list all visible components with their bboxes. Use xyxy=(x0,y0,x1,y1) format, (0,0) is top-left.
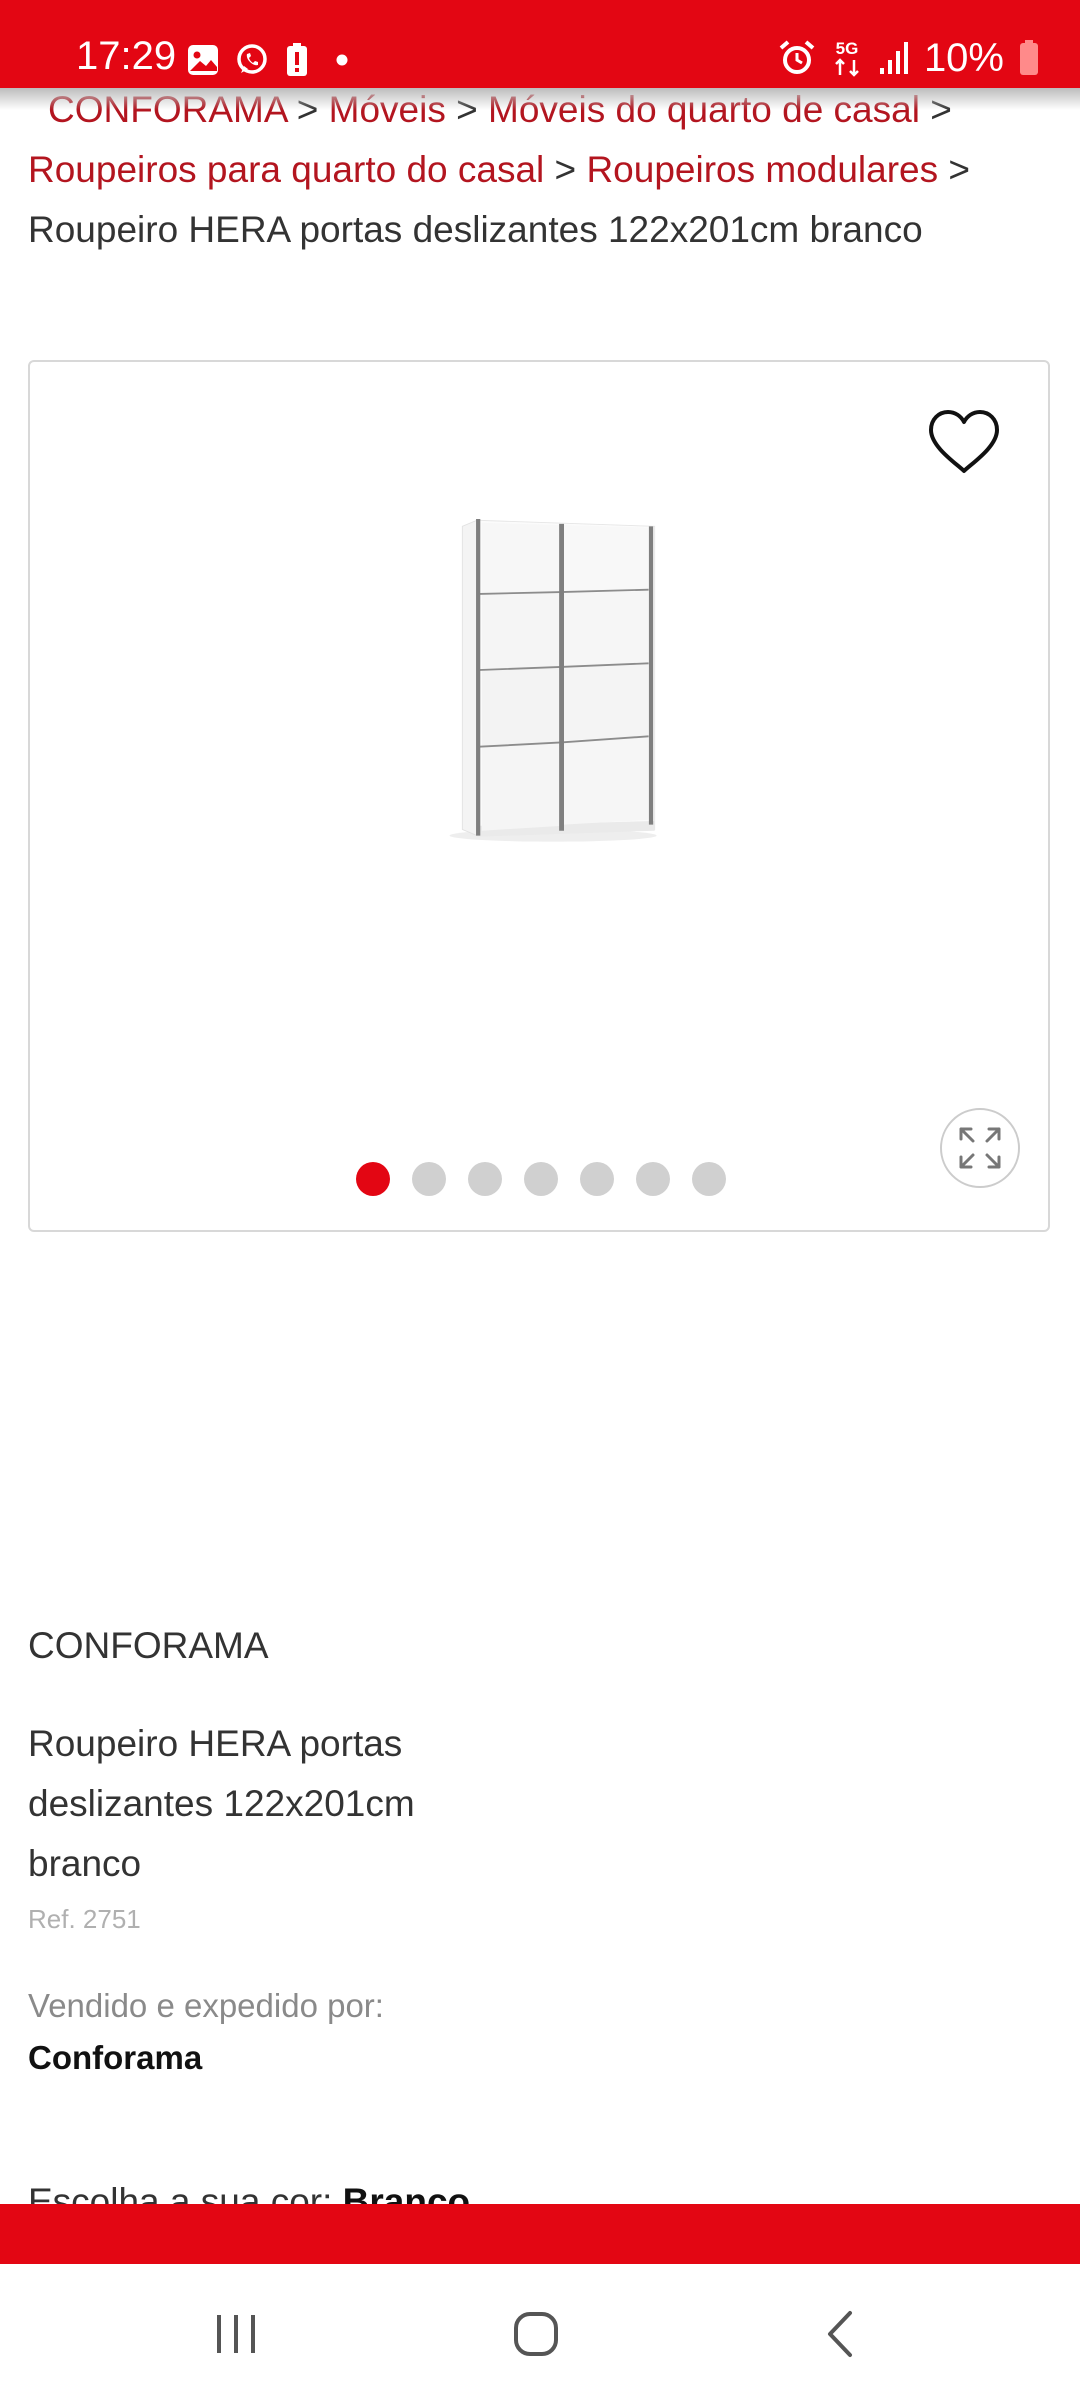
alarm-icon xyxy=(779,40,815,74)
breadcrumb-roupeiros-modulares[interactable]: Roupeiros modulares xyxy=(586,149,938,190)
gallery-dot-5[interactable] xyxy=(580,1162,614,1196)
breadcrumb-line-2: Roupeiros para quarto do casal > Roupeir… xyxy=(28,140,1058,200)
gallery-icon xyxy=(188,45,218,75)
breadcrumb-separator: > xyxy=(948,149,971,190)
breadcrumb-separator: > xyxy=(554,149,587,190)
signal-icon xyxy=(879,42,908,74)
system-navigation-bar xyxy=(0,2264,1080,2400)
gallery-dot-1[interactable] xyxy=(356,1162,390,1196)
whatsapp-icon xyxy=(237,44,267,74)
recent-apps-button[interactable] xyxy=(196,2294,276,2374)
gallery-dot-7[interactable] xyxy=(692,1162,726,1196)
product-title: Roupeiro HERA portas deslizantes 122x201… xyxy=(28,1723,415,1884)
expand-image-button[interactable] xyxy=(940,1108,1020,1188)
status-bar-shadow xyxy=(0,88,1080,110)
gallery-dot-6[interactable] xyxy=(636,1162,670,1196)
back-button[interactable] xyxy=(800,2294,880,2374)
gallery-dot-2[interactable] xyxy=(412,1162,446,1196)
svg-text:5G: 5G xyxy=(836,39,859,58)
product-image-wardrobe[interactable] xyxy=(350,502,750,1062)
wishlist-button[interactable] xyxy=(924,402,1004,482)
dot-icon xyxy=(336,54,348,66)
battery-alert-icon xyxy=(287,43,307,76)
5g-data-icon: 5G xyxy=(835,39,859,77)
heart-outline-icon xyxy=(929,410,999,473)
notification-icons xyxy=(186,40,354,80)
sold-by-label: Vendido e expedido por: xyxy=(28,1987,384,2024)
breadcrumb-roupeiros-quarto-casal[interactable]: Roupeiros para quarto do casal xyxy=(28,149,544,190)
home-button[interactable] xyxy=(496,2294,576,2374)
gallery-dot-4[interactable] xyxy=(524,1162,558,1196)
breadcrumb-line-3: Roupeiro HERA portas deslizantes 122x201… xyxy=(28,200,1058,260)
product-gallery[interactable] xyxy=(28,360,1050,1232)
seller-link[interactable]: Conforama xyxy=(28,2036,202,2080)
gallery-dot-3[interactable] xyxy=(468,1162,502,1196)
home-icon xyxy=(514,2312,558,2356)
sticky-bottom-bar xyxy=(0,2204,1080,2264)
product-brand: CONFORAMA xyxy=(28,1625,269,1666)
status-time: 17:29 xyxy=(76,34,177,78)
battery-percent: 10% xyxy=(923,36,1004,80)
breadcrumb-current: Roupeiro HERA portas deslizantes 122x201… xyxy=(28,209,923,250)
recent-apps-icon xyxy=(217,2315,255,2353)
back-icon xyxy=(828,2311,852,2357)
status-bar: 17:29 5G 10% xyxy=(0,0,1080,88)
battery-low-icon xyxy=(1020,40,1038,75)
expand-icon xyxy=(959,1127,1001,1169)
product-ref: Ref. 2751 xyxy=(28,1904,141,1934)
system-icons: 5G 10% xyxy=(778,36,1040,80)
gallery-pagination xyxy=(30,1162,1052,1196)
